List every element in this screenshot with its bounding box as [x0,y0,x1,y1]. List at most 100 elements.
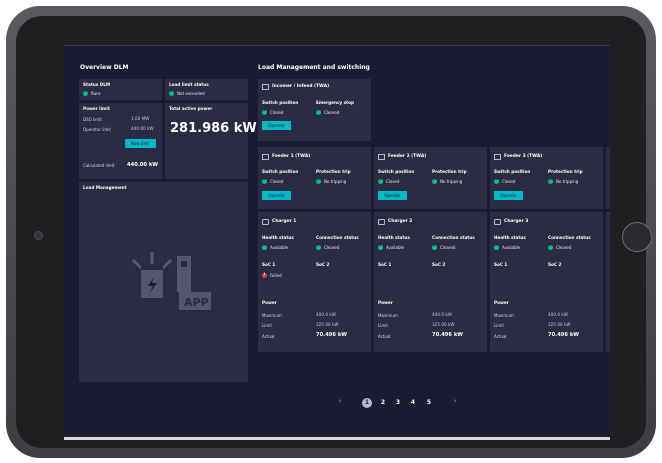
charger-health-label: Health status [494,235,526,240]
feeder-protection-trip-label: Protection trip [548,169,583,174]
charger-limit-label: Limit [494,323,504,328]
total-active-power-card: Total active power 281.986 kW [165,103,257,179]
dso-limit-label: DSO limit [83,117,102,122]
check-icon: ✓ [494,178,499,184]
previous-page-button[interactable]: ‹ [336,397,344,405]
feeder-protection-trip-label: Protection trip [316,169,351,174]
total-active-power-value: 281.986 kW [170,121,257,136]
charger-actual-label: Actual [494,334,507,339]
charger-soc2-label: SoC 2 [432,262,446,267]
next-page-button[interactable]: › [451,397,459,405]
power-limit-label: Power limit [83,106,110,111]
incomer-switch-position-label: Switch position [262,100,299,105]
page-5-button[interactable]: 5 [424,398,434,408]
app-placeholder-icon: APP [131,252,211,310]
feeder-card: Feeder 1 (TWA) Switch position Protectio… [258,147,371,209]
charger-connection-value: ✓ Cleared [316,244,340,250]
charger-actual-label: Actual [378,334,391,339]
charger-soc2-label: SoC 2 [548,262,562,267]
status-dlm-label: Status DLM [83,82,111,87]
feeder-protection-trip-value: ✓ No tripping [432,178,463,184]
charger-icon [262,219,269,225]
feeder-operate-button[interactable]: Operate [378,191,407,200]
feeder-card: Feeder 2 (TWA) Switch position Protectio… [374,147,487,209]
charger-health-label: Health status [378,235,410,240]
charger-maximum-label: Maximum [494,313,514,318]
charger-power-label: Power [262,300,277,305]
incomer-card: Incomer / Infeed (TWA) Switch position E… [258,79,371,141]
check-icon: ✓ [316,244,321,250]
page-1-button[interactable]: 1 [362,398,372,408]
charger-limit-label: Limit [262,323,272,328]
load-limit-status-card: Load limit status ✓ Not exceeded [165,79,248,100]
home-button[interactable] [622,222,652,252]
charger-maximum-label: Maximum [378,313,398,318]
check-icon: ✓ [169,90,174,96]
page-3-button[interactable]: 3 [393,398,403,408]
charger-card-overflow [606,212,610,352]
load-limit-status-label: Load limit status [169,82,209,87]
feeder-icon [378,154,385,160]
top-divider [64,45,610,46]
charger-soc2-label: SoC 2 [316,262,330,267]
total-active-power-label: Total active power [169,106,213,111]
charger-limit-value: 325.00 kW [548,322,571,327]
feeder-switch-position-label: Switch position [494,169,531,174]
charger-maximum-value: 400.0 kW [432,312,452,317]
camera-icon [34,231,43,240]
feeder-protection-trip-label: Protection trip [432,169,467,174]
charger-connection-label: Connection status [548,235,591,240]
app-label: APP [184,296,209,309]
charger-connection-value: ✓ Cleared [548,244,572,250]
check-icon: ✓ [316,109,321,115]
calculated-limit-value: 440.00 kW [127,162,158,168]
check-icon: ✓ [378,178,383,184]
incomer-operate-button[interactable]: Operate [262,121,291,130]
page-4-button[interactable]: 4 [408,398,418,408]
charger-card: Charger 3 Health status Connection statu… [490,212,603,352]
check-icon: ✓ [548,244,553,250]
feeder-operate-button[interactable]: Operate [494,191,523,200]
feeder-switch-position-value: ✓ Closed [262,178,284,184]
page-2-button[interactable]: 2 [378,398,388,408]
feeder-icon [262,154,269,160]
feeder-card: Feeder 3 (TWA) Switch position Protectio… [490,147,603,209]
feeder-switch-position-label: Switch position [378,169,415,174]
feeder-switch-position-value: ✓ Closed [494,178,516,184]
charger-power-label: Power [378,300,393,305]
charger-limit-value: 325.00 kW [316,322,339,327]
feeder-card-overflow [606,147,610,209]
switching-title: Load Management and switching [258,64,370,71]
feeder-icon [494,154,501,160]
feeder-title: Feeder 1 (TWA) [272,154,311,159]
check-icon: ✓ [83,90,88,96]
check-icon: ✓ [262,109,267,115]
load-management-card: Load Management APP [79,182,248,382]
charger-actual-value: 70.496 kW [316,332,347,338]
charger-maximum-value: 400.0 kW [316,312,336,317]
check-icon: ✓ [378,244,383,250]
dso-limit-value: 1.00 MW [131,116,150,121]
bottom-bar [64,437,610,440]
overview-title: Overview DLM [80,64,129,71]
operator-limit-label: Operator limit [83,127,111,132]
check-icon: ✓ [262,178,267,184]
feeder-title: Feeder 2 (TWA) [388,154,427,159]
calculated-limit-label: Calculated limit [83,163,115,168]
charger-actual-value: 70.496 kW [432,332,463,338]
power-limit-card: Power limit DSO limit 1.00 MW Operator l… [79,103,162,179]
switch-icon [262,84,269,90]
incomer-emergency-stop-label: Emergency stop [316,100,354,105]
check-icon: ✓ [494,244,499,250]
load-limit-status-value: ✓ Not exceeded [169,90,205,96]
charger-maximum-value: 400.0 kW [548,312,568,317]
charger-soc1-label: SoC 1 [262,262,276,267]
charger-connection-label: Connection status [316,235,359,240]
new-limit-button[interactable]: New limit [125,139,156,148]
incomer-title: Incomer / Infeed (TWA) [272,84,330,89]
incomer-emergency-stop-value: ✓ Cleared [316,109,340,115]
feeder-operate-button[interactable]: Operate [262,191,291,200]
charger-power-label: Power [494,300,509,305]
incomer-switch-position-value: ✓ Closed [262,109,284,115]
charger-connection-value: ✓ Cleared [432,244,456,250]
